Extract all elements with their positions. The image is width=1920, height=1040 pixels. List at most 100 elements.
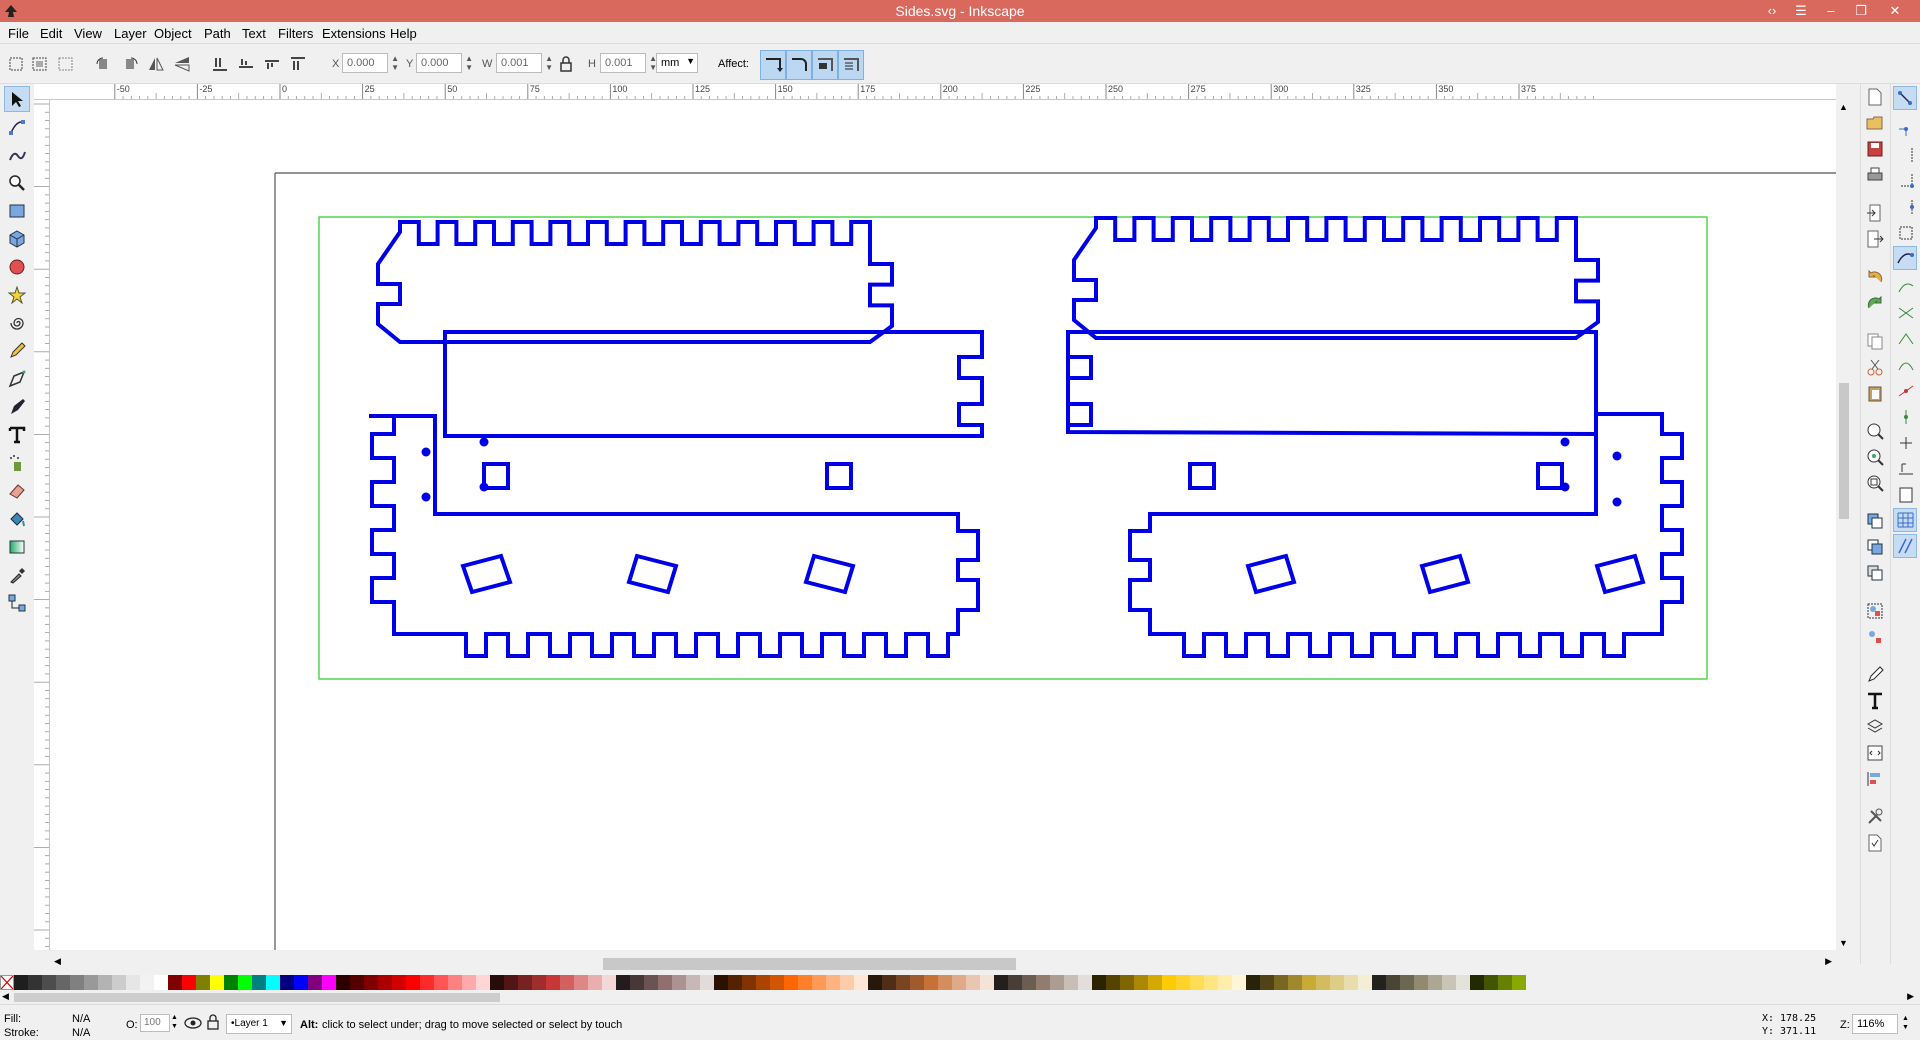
spiral-tool[interactable] (4, 310, 30, 336)
color-swatch[interactable] (546, 975, 560, 990)
color-swatch[interactable] (42, 975, 56, 990)
color-swatch[interactable] (476, 975, 490, 990)
color-swatch[interactable] (1400, 975, 1414, 990)
horizontal-scroll-thumb[interactable] (603, 958, 1016, 970)
snap-intersections-icon[interactable] (1897, 304, 1915, 322)
angled-slot-left-3[interactable] (803, 553, 856, 595)
menu-view[interactable]: View (74, 26, 102, 41)
snap-bbox-midpoints-icon[interactable] (1897, 198, 1915, 216)
snap-rotation-center-icon[interactable] (1897, 434, 1915, 452)
transform-gradients-toggle[interactable] (812, 50, 838, 80)
copy-icon[interactable] (1866, 332, 1884, 350)
angled-slot-left-1[interactable] (460, 553, 513, 595)
color-swatch[interactable] (798, 975, 812, 990)
middle-panel-left[interactable] (443, 330, 984, 438)
color-swatch[interactable] (602, 975, 616, 990)
color-swatch[interactable] (630, 975, 644, 990)
color-swatch[interactable] (882, 975, 896, 990)
layer-lock-icon[interactable] (206, 1014, 220, 1030)
drawing-svg[interactable] (50, 100, 1836, 950)
angled-slot-right-1[interactable] (1245, 553, 1297, 595)
ungroup-icon[interactable] (1866, 628, 1884, 646)
color-swatch[interactable] (504, 975, 518, 990)
maximize-button[interactable]: ❐ (1846, 0, 1876, 22)
horizontal-scrollbar[interactable]: ◀ ▶ (50, 950, 1836, 974)
color-swatch[interactable] (1260, 975, 1274, 990)
pen-tool[interactable] (4, 366, 30, 392)
color-swatch[interactable] (812, 975, 826, 990)
angled-slot-right-2[interactable] (1419, 553, 1471, 595)
3d-box-tool[interactable] (4, 226, 30, 252)
scale-stroke-width-toggle[interactable] (760, 50, 786, 80)
color-swatch[interactable] (182, 975, 196, 990)
minimize-button[interactable]: – (1816, 0, 1846, 22)
vertical-scrollbar[interactable]: ▲ ▼ (1836, 100, 1852, 950)
snap-guides-toggle[interactable] (1893, 534, 1917, 558)
color-swatch[interactable] (1176, 975, 1190, 990)
slot-right-1[interactable] (1188, 462, 1216, 490)
mounting-hole[interactable] (1612, 451, 1622, 461)
color-swatch[interactable] (1456, 975, 1470, 990)
color-swatch[interactable] (518, 975, 532, 990)
zoom-input[interactable]: 116% (1852, 1014, 1898, 1034)
color-swatch[interactable] (392, 975, 406, 990)
vertical-scroll-thumb[interactable] (1839, 383, 1849, 519)
color-swatch[interactable] (1078, 975, 1092, 990)
window-menu-icon[interactable]: ☰ (1786, 0, 1816, 22)
export-icon[interactable] (1866, 230, 1884, 248)
slot-right-2[interactable] (1536, 462, 1564, 490)
layers-icon[interactable] (1866, 718, 1884, 736)
color-swatch[interactable] (686, 975, 700, 990)
opacity-input[interactable]: 100 (140, 1014, 170, 1032)
w-spin-arrows-icon[interactable]: ▲ ▼ (545, 54, 553, 72)
color-swatch[interactable] (784, 975, 798, 990)
rectangle-tool[interactable] (4, 198, 30, 224)
cut-icon[interactable] (1866, 358, 1884, 376)
select-all-icon[interactable] (6, 55, 26, 73)
dropper-tool[interactable] (4, 562, 30, 588)
color-swatch[interactable] (1288, 975, 1302, 990)
color-swatch[interactable] (1316, 975, 1330, 990)
rotate-ccw-icon[interactable] (94, 55, 114, 73)
color-swatch[interactable] (1302, 975, 1316, 990)
spray-tool[interactable] (4, 450, 30, 476)
color-swatch[interactable] (1092, 975, 1106, 990)
middle-panel-right-fingers[interactable] (1068, 355, 1093, 427)
open-icon[interactable] (1866, 114, 1884, 132)
node-tool[interactable] (4, 114, 30, 140)
fill-value[interactable]: N/A (72, 1013, 90, 1025)
color-swatch[interactable] (1498, 975, 1512, 990)
color-swatch[interactable] (84, 975, 98, 990)
snap-bbox-icon[interactable] (1897, 120, 1915, 138)
color-swatch[interactable] (448, 975, 462, 990)
unlink-clone-icon[interactable] (1866, 564, 1884, 582)
import-icon[interactable] (1866, 204, 1884, 222)
mounting-hole[interactable] (479, 437, 489, 447)
color-swatch[interactable] (28, 975, 42, 990)
color-swatch[interactable] (420, 975, 434, 990)
color-swatch[interactable] (406, 975, 420, 990)
zoom-spin-icon[interactable]: ▲ ▼ (1902, 1014, 1909, 1032)
color-swatch[interactable] (700, 975, 714, 990)
color-swatch[interactable] (1344, 975, 1358, 990)
color-swatch[interactable] (826, 975, 840, 990)
raise-icon[interactable] (262, 55, 282, 73)
snap-text-baseline-icon[interactable] (1897, 460, 1915, 478)
color-swatch[interactable] (1022, 975, 1036, 990)
color-swatch[interactable] (532, 975, 546, 990)
color-swatch[interactable] (462, 975, 476, 990)
close-button[interactable]: ✕ (1880, 0, 1910, 22)
scroll-right-icon[interactable]: ▶ (1825, 956, 1832, 967)
flip-horizontal-icon[interactable] (146, 55, 166, 73)
undo-icon[interactable] (1866, 268, 1884, 286)
color-swatch[interactable] (14, 975, 28, 990)
color-swatch[interactable] (126, 975, 140, 990)
color-swatch[interactable] (1162, 975, 1176, 990)
color-swatch[interactable] (112, 975, 126, 990)
snap-cusp-nodes-icon[interactable] (1897, 330, 1915, 348)
scale-rounded-corners-toggle[interactable] (786, 50, 812, 80)
color-swatch[interactable] (672, 975, 686, 990)
fill-stroke-icon[interactable] (1866, 666, 1884, 684)
mounting-hole[interactable] (1612, 497, 1622, 507)
color-swatch[interactable] (1204, 975, 1218, 990)
